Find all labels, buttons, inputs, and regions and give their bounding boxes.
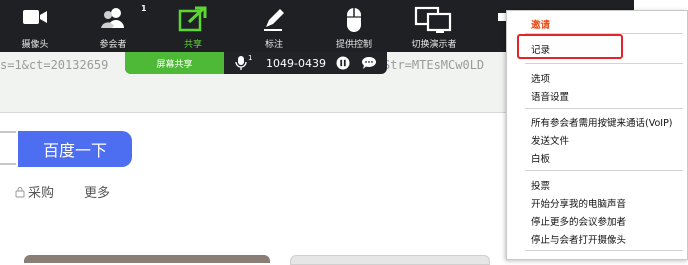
url-text[interactable]: s=1&ct=20132659 xyxy=(0,58,108,72)
screen-share-status-bar: 屏幕共享 1 1049-0439 xyxy=(125,52,387,74)
toolbar-give-control-label: 提供控制 xyxy=(335,40,372,50)
content-card xyxy=(290,255,490,265)
toolbar-switch-presenter-label: 切换演示者 xyxy=(411,40,457,50)
toolbar-camera-button[interactable]: 摄像头 xyxy=(5,0,65,52)
more-options-menu: 邀请 记录 选项 语音设置 所有参会者需用按键来通话(VoIP) 发送文件 白板… xyxy=(506,10,688,260)
toolbar-camera-label: 摄像头 xyxy=(21,40,49,50)
lock-icon xyxy=(15,186,25,197)
participants-count-badge: 1 xyxy=(141,4,147,13)
toolbar-participants-label: 参会者 xyxy=(99,40,127,50)
menu-separator xyxy=(525,170,683,171)
menu-separator xyxy=(525,63,683,64)
menu-item-audio-settings[interactable]: 语音设置 xyxy=(531,89,569,103)
toolbar-annotate-label: 标注 xyxy=(264,40,283,50)
menu-item-stop-more-join[interactable]: 停止更多的会议参加者 xyxy=(531,214,626,228)
menu-item-options[interactable]: 选项 xyxy=(531,71,550,85)
toolbar-share-label: 共享 xyxy=(183,40,202,50)
nav-link-more[interactable]: 更多 xyxy=(84,182,110,201)
menu-separator xyxy=(525,250,683,251)
menu-item-whiteboard[interactable]: 白板 xyxy=(531,151,550,165)
menu-item-share-computer-sound[interactable]: 开始分享我的电脑声音 xyxy=(531,196,626,210)
menu-separator xyxy=(525,108,683,109)
toolbar-switch-presenter-button[interactable]: 切换演示者 xyxy=(404,0,464,52)
search-button[interactable]: 百度一下 xyxy=(18,131,132,167)
switch-presenter-icon xyxy=(414,6,452,33)
camera-icon xyxy=(23,10,47,24)
toolbar-share-button[interactable]: 共享 xyxy=(163,0,223,52)
toolbar-give-control-button[interactable]: 提供控制 xyxy=(324,0,384,52)
menu-item-voip-hotkey[interactable]: 所有参会者需用按键来通话(VoIP) xyxy=(531,115,673,129)
toolbar-participants-button[interactable]: 参会者 xyxy=(83,0,143,52)
menu-item-invite[interactable]: 邀请 xyxy=(531,17,550,31)
participants-icon xyxy=(101,8,124,28)
menu-item-poll[interactable]: 投票 xyxy=(531,178,550,192)
menu-item-send-file[interactable]: 发送文件 xyxy=(531,133,569,147)
mic-count-badge: 1 xyxy=(248,54,253,62)
toolbar-annotate-button[interactable]: 标注 xyxy=(244,0,304,52)
annotate-pen-icon xyxy=(264,9,284,31)
url-text-continued[interactable]: Str=MTEsMCw0LD xyxy=(383,58,484,72)
chat-icon[interactable] xyxy=(361,56,377,70)
mouse-icon xyxy=(347,8,361,32)
nav-link-caigou-label: 采购 xyxy=(28,186,55,201)
meeting-id: 1049-0439 xyxy=(266,57,326,70)
content-card xyxy=(24,255,270,263)
nav-link-caigou[interactable]: 采购 xyxy=(14,182,54,201)
microphone-icon[interactable] xyxy=(235,55,247,71)
search-input[interactable] xyxy=(0,131,16,165)
share-icon xyxy=(178,6,207,32)
menu-item-record[interactable]: 记录 xyxy=(531,42,550,56)
screen-share-label[interactable]: 屏幕共享 xyxy=(125,52,224,74)
menu-item-stop-open-camera[interactable]: 停止与会者打开摄像头 xyxy=(531,232,626,246)
pause-icon[interactable] xyxy=(336,56,350,70)
